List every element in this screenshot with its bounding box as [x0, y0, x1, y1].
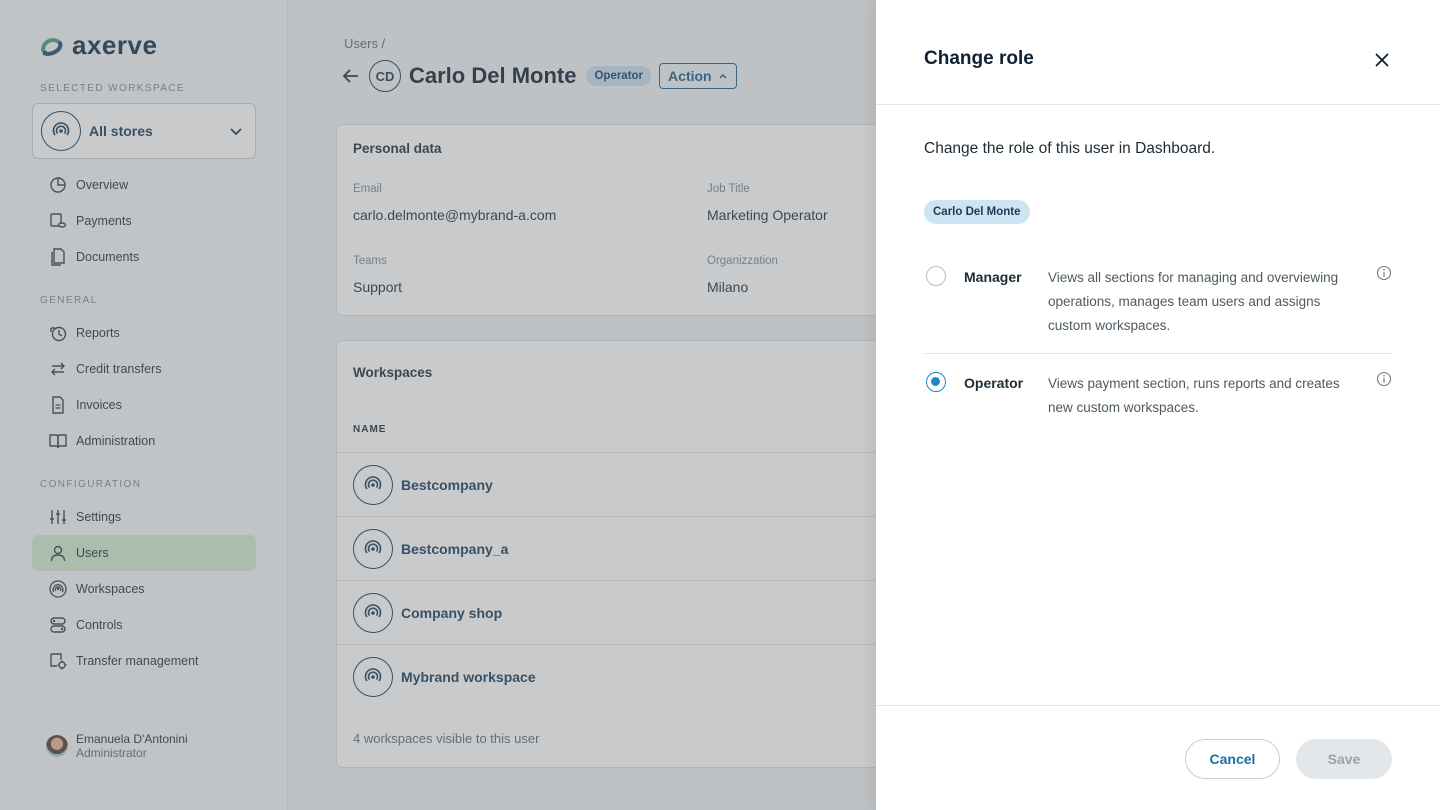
role-name: Manager — [964, 269, 1022, 285]
role-radio-manager[interactable] — [926, 266, 946, 286]
role-option-manager[interactable]: Manager Views all sections for managing … — [924, 262, 1392, 354]
info-icon[interactable] — [1376, 265, 1392, 281]
close-icon[interactable] — [1370, 48, 1394, 72]
save-button[interactable]: Save — [1296, 739, 1392, 779]
user-chip: Carlo Del Monte — [924, 200, 1030, 224]
change-role-drawer: Change role Change the role of this user… — [876, 0, 1440, 810]
drawer-header: Change role — [876, 0, 1440, 105]
role-name: Operator — [964, 375, 1024, 391]
role-radio-operator[interactable] — [926, 372, 946, 392]
info-icon[interactable] — [1376, 371, 1392, 387]
cancel-button[interactable]: Cancel — [1185, 739, 1280, 779]
drawer-footer: Cancel Save — [876, 705, 1440, 810]
modal-backdrop[interactable] — [0, 0, 876, 810]
drawer-title: Change role — [924, 48, 1034, 69]
role-option-operator[interactable]: Operator Views payment section, runs rep… — [924, 368, 1392, 428]
role-description: Views payment section, runs reports and … — [1048, 376, 1340, 415]
role-description: Views all sections for managing and over… — [1048, 270, 1339, 333]
drawer-intro-text: Change the role of this user in Dashboar… — [924, 140, 1216, 157]
